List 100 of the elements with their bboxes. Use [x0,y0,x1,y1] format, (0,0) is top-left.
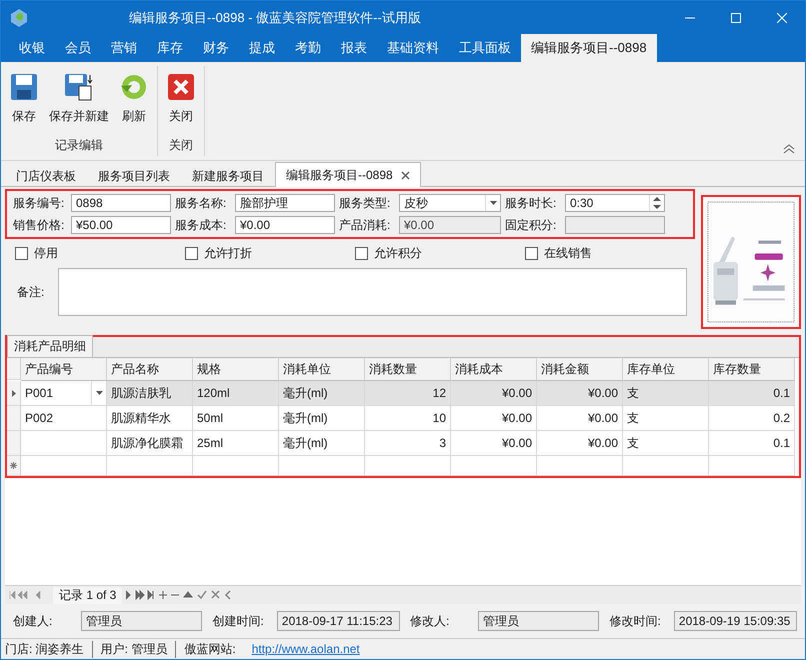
menu-tab[interactable]: 库存 [147,34,193,62]
field-label: 修改时间: [608,612,662,630]
table-cell: 支 [623,406,709,431]
field-label: 产品消耗: [338,216,392,234]
menu-tab[interactable]: 财务 [193,34,239,62]
checkbox[interactable] [185,247,198,260]
table-cell: 0.1 [709,381,795,406]
table-cell: ¥0.00 [537,381,623,406]
column-header[interactable]: 产品编号 [21,358,107,381]
new-row-cell[interactable] [451,456,537,476]
field-label: 创建人: [12,612,54,630]
column-header[interactable]: 消耗金额 [537,358,623,381]
new-row-cell[interactable] [193,456,279,476]
menu-tab[interactable]: 工具面板 [449,34,521,62]
table-cell: 毫升(ml) [279,406,365,431]
close-tab-icon[interactable] [400,170,410,180]
row-indicator[interactable] [7,456,21,476]
table-cell: ¥0.00 [537,431,623,456]
checkbox-label: 允许积分 [374,245,422,262]
ribbon-button[interactable]: 关闭 [162,72,200,137]
menu-tab[interactable]: 报表 [331,34,377,62]
readonly-field: 2018-09-17 11:15:23 [276,611,400,632]
table-cell: 毫升(ml) [279,431,365,456]
status-text: 傲蓝网站: [184,640,237,658]
menu-tab[interactable]: 营销 [101,34,147,62]
row-indicator[interactable] [7,381,21,406]
table-cell: 支 [623,381,709,406]
menu-tab[interactable]: 提成 [239,34,285,62]
text-field[interactable]: 脸部护理 [235,194,335,212]
field-label: 销售价格: [12,216,66,234]
menu-tab[interactable]: 编辑服务项目--0898 [521,34,657,62]
remark-field[interactable] [58,268,687,316]
close-icon [777,12,787,22]
menu-tab[interactable]: 考勤 [285,34,331,62]
table-cell: P001 [21,381,107,406]
column-header[interactable]: 消耗数量 [365,358,451,381]
ribbon-button[interactable]: 保存 [5,72,43,137]
field-label: 服务名称: [174,194,228,212]
new-row-cell[interactable] [107,456,193,476]
new-row-cell[interactable] [537,456,623,476]
text-field[interactable]: ¥50.00 [71,216,171,234]
spin-field[interactable]: 0:30 [565,194,665,212]
menu-tab[interactable]: 基础资料 [377,34,449,62]
document-tab[interactable]: 门店仪表板 [5,164,87,187]
table-cell: 肌源精华水 [107,406,193,431]
website-link[interactable]: http://www.aolan.net [252,642,360,656]
column-header[interactable]: 产品名称 [107,358,193,381]
ribbon-button[interactable]: 保存并新建 [45,72,113,137]
table-cell: ¥0.00 [451,381,537,406]
field-label: 服务类型: [338,194,392,212]
menu-tab[interactable]: 收银 [9,34,55,62]
field-label: 备注: [16,284,44,300]
table-cell: 肌源净化膜霜 [107,431,193,456]
new-row-cell[interactable] [365,456,451,476]
column-header[interactable]: 消耗单位 [279,358,365,381]
checkbox[interactable] [15,247,28,260]
table-cell: 毫升(ml) [279,381,365,406]
checkbox[interactable] [355,247,368,260]
table-cell: 12 [365,381,451,406]
column-header[interactable]: 库存数量 [709,358,795,381]
new-row-cell[interactable] [21,456,107,476]
document-tab[interactable]: 新建服务项目 [181,164,275,187]
refresh-icon [119,72,149,102]
field-label: 创建时间: [211,612,265,630]
field-label: 服务时长: [504,194,558,212]
table-cell: 0.2 [709,406,795,431]
column-header[interactable]: 库存单位 [623,358,709,381]
table-cell: 3 [365,431,451,456]
checkbox-label: 允许打折 [204,245,252,262]
field-label: 固定积分: [504,216,558,234]
spin-arrows-icon[interactable] [653,196,661,210]
field-label: 服务编号: [12,194,66,212]
table-cell: ¥0.00 [451,431,537,456]
table-cell: ¥0.00 [537,406,623,431]
checkbox-label: 在线销售 [544,245,592,262]
ribbon-group-label: 记录编辑 [55,137,103,154]
readonly-field: 管理员 [478,611,600,632]
table-cell: 120ml [193,381,279,406]
new-row-cell[interactable] [623,456,709,476]
document-tab[interactable]: 编辑服务项目--0898 [275,162,421,187]
record-counter: 记录 1 of 3 [53,586,122,604]
status-text: 门店: 润姿养生 [5,640,93,658]
text-field[interactable]: 0898 [71,194,171,212]
field-label: 服务成本: [174,216,228,234]
ribbon-button[interactable]: 刷新 [115,72,153,137]
new-row-cell[interactable] [709,456,795,476]
dropdown-caret-icon[interactable] [490,201,496,205]
new-row-cell[interactable] [279,456,365,476]
collapse-ribbon-icon[interactable] [783,144,795,154]
column-header[interactable]: 消耗成本 [451,358,537,381]
menu-tab[interactable]: 会员 [55,34,101,62]
table-cell: 50ml [193,406,279,431]
combo-field[interactable]: 皮秒 [399,194,501,212]
detail-tab[interactable]: 消耗产品明细 [7,335,93,357]
checkbox[interactable] [525,247,538,260]
dropdown-caret-icon[interactable] [96,391,102,395]
text-field[interactable]: ¥0.00 [235,216,335,234]
current-row-icon [12,390,16,396]
column-header[interactable]: 规格 [193,358,279,381]
document-tab[interactable]: 服务项目列表 [87,164,181,187]
